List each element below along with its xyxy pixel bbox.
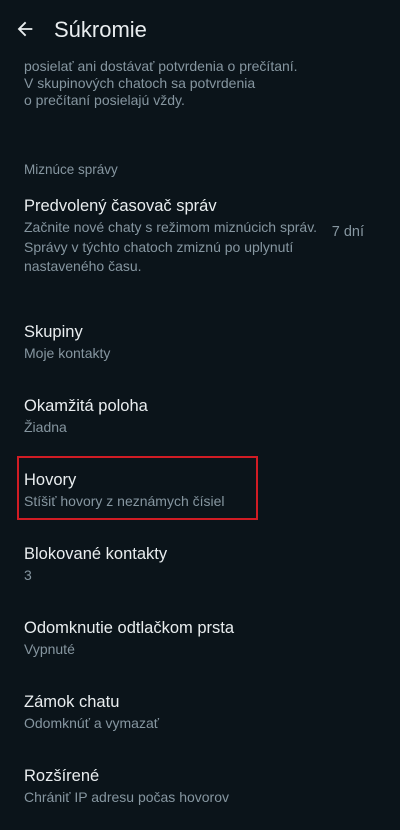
settings-item-title: Zámok chatu <box>24 693 120 711</box>
default-message-timer-title: Predvolený časovač správ <box>24 197 217 215</box>
settings-item-title: Rozšírené <box>24 767 100 785</box>
settings-item-title: Okamžitá poloha <box>24 397 148 415</box>
default-message-timer-description: Začnite nové chaty s režimom miznúcich s… <box>24 219 318 274</box>
settings-item-subtitle: Chrániť IP adresu počas hovorov <box>24 789 229 805</box>
settings-item-subtitle: Stíšiť hovory z neznámych čísiel <box>24 493 225 509</box>
settings-item-subtitle: 3 <box>24 567 32 583</box>
settings-item-groups[interactable]: Skupiny Moje kontakty <box>0 312 400 378</box>
app-bar: Súkromie <box>0 0 400 58</box>
default-message-timer-value: 7 dní <box>331 224 364 240</box>
settings-item-calls[interactable]: Hovory Stíšiť hovory z neznámych čísiel <box>0 460 400 526</box>
default-message-timer-item[interactable]: Predvolený časovač správ Začnite nové ch… <box>0 186 400 278</box>
settings-item-subtitle: Vypnuté <box>24 641 75 657</box>
arrow-left-icon <box>17 21 33 37</box>
settings-item-fingerprint-lock[interactable]: Odomknutie odtlačkom prsta Vypnuté <box>0 608 400 674</box>
settings-item-title: Odomknutie odtlačkom prsta <box>24 619 235 637</box>
settings-item-title: Skupiny <box>24 323 83 341</box>
section-header-disappearing-messages: Miznúce správy <box>24 162 118 177</box>
back-button[interactable] <box>10 14 40 44</box>
settings-item-chat-lock[interactable]: Zámok chatu Odomknúť a vymazať <box>0 682 400 748</box>
read-receipts-line-2: V skupinových chatoch sa potvrdenia <box>24 75 256 91</box>
page-title: Súkromie <box>54 17 147 42</box>
settings-item-subtitle: Odomknúť a vymazať <box>24 715 159 731</box>
settings-item-live-location[interactable]: Okamžitá poloha Žiadna <box>0 386 400 452</box>
settings-item-title: Blokované kontakty <box>24 545 168 563</box>
settings-item-subtitle: Žiadna <box>24 419 67 435</box>
read-receipts-line-1: posielať ani dostávať potvrdenia o prečí… <box>24 58 298 74</box>
settings-item-subtitle: Moje kontakty <box>24 345 111 361</box>
read-receipts-description: posielať ani dostávať potvrdenia o prečí… <box>24 58 354 109</box>
privacy-settings-list[interactable]: posielať ani dostávať potvrdenia o prečí… <box>0 58 400 830</box>
settings-item-blocked-contacts[interactable]: Blokované kontakty 3 <box>0 534 400 600</box>
settings-item-title: Hovory <box>24 471 77 489</box>
settings-item-advanced[interactable]: Rozšírené Chrániť IP adresu počas hovoro… <box>0 756 400 822</box>
read-receipts-line-3: o prečítaní posielajú vždy. <box>24 92 185 108</box>
